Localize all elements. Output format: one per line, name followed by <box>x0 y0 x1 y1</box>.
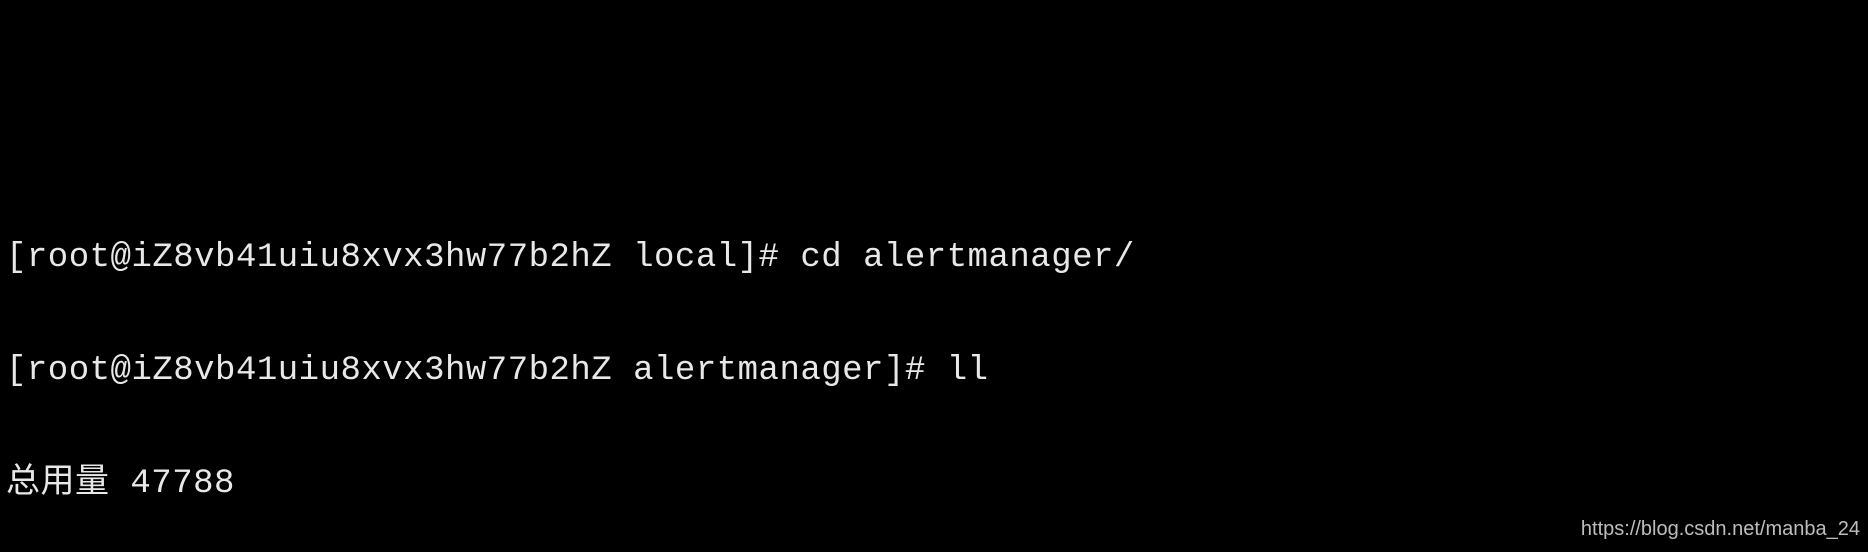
command-text: cd alertmanager/ <box>800 239 1134 277</box>
total-line: 总用量 47788 <box>6 456 1862 512</box>
prompt: [root@iZ8vb41uiu8xvx3hw77b2hZ local]# <box>6 239 800 277</box>
prompt: [root@iZ8vb41uiu8xvx3hw77b2hZ alertmanag… <box>6 352 947 390</box>
terminal-line: [root@iZ8vb41uiu8xvx3hw77b2hZ alertmanag… <box>6 343 1862 399</box>
command-text: ll <box>947 352 989 390</box>
watermark-text: https://blog.csdn.net/manba_24 <box>1581 513 1860 546</box>
terminal-line: [root@iZ8vb41uiu8xvx3hw77b2hZ local]# cd… <box>6 230 1862 286</box>
